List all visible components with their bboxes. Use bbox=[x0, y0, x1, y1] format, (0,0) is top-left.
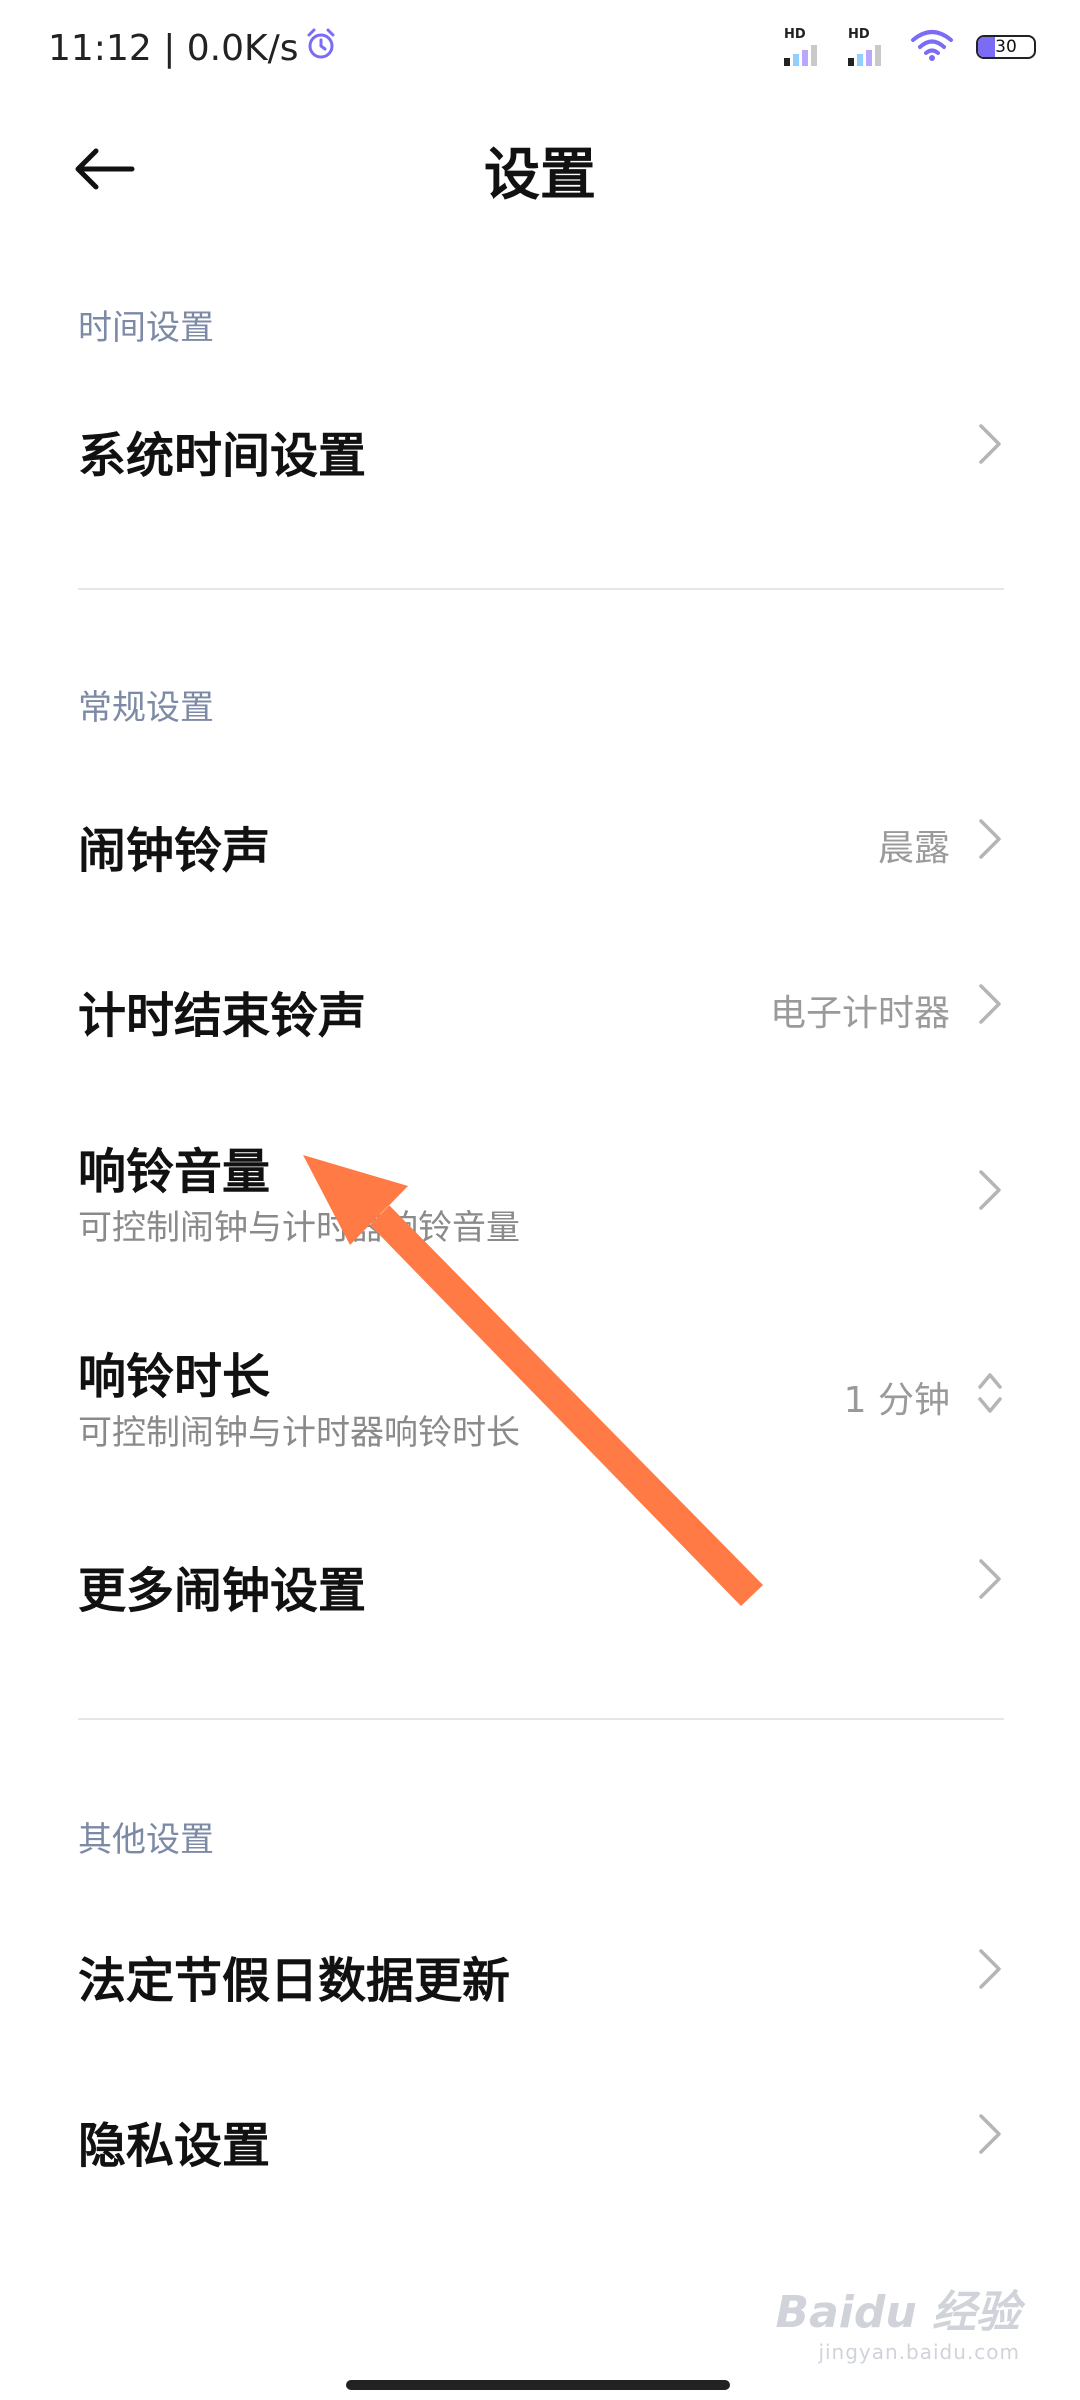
battery-fill bbox=[978, 37, 995, 57]
status-time-speed: 11:12 | 0.0K/s bbox=[48, 28, 299, 69]
chevron-right-icon bbox=[979, 1949, 1001, 1989]
row-value: 1 分钟 bbox=[843, 1380, 950, 1421]
status-right: HD HD 30 bbox=[782, 28, 1036, 66]
row-title: 系统时间设置 bbox=[78, 428, 367, 484]
chevron-right-icon bbox=[979, 1170, 1001, 1210]
row-subtitle: 可控制闹钟与计时器响铃音量 bbox=[78, 1208, 520, 1248]
row-more-alarm-settings[interactable]: 更多闹钟设置 bbox=[0, 1535, 1080, 1635]
section-divider bbox=[78, 588, 1004, 590]
section-label-time: 时间设置 bbox=[78, 308, 214, 348]
watermark-sub: jingyan.baidu.com bbox=[818, 2340, 1020, 2364]
battery-level: 30 bbox=[995, 37, 1017, 57]
home-indicator[interactable] bbox=[346, 2380, 730, 2390]
status-bar: 11:12 | 0.0K/s HD HD 30 bbox=[0, 0, 1080, 100]
row-subtitle: 可控制闹钟与计时器响铃时长 bbox=[78, 1413, 520, 1453]
row-ring-duration[interactable]: 响铃时长 可控制闹钟与计时器响铃时长 1 分钟 bbox=[0, 1325, 1080, 1465]
sim2-hd-label: HD bbox=[848, 27, 870, 42]
row-title: 响铃时长 bbox=[78, 1349, 271, 1405]
row-title: 计时结束铃声 bbox=[78, 988, 367, 1044]
row-ring-volume[interactable]: 响铃音量 可控制闹钟与计时器响铃音量 bbox=[0, 1120, 1080, 1260]
chevron-right-icon bbox=[979, 984, 1001, 1024]
sim1-hd-label: HD bbox=[784, 27, 806, 42]
row-title: 隐私设置 bbox=[78, 2118, 271, 2174]
row-system-time[interactable]: 系统时间设置 bbox=[0, 400, 1080, 530]
alarm-clock-icon bbox=[303, 26, 339, 71]
section-label-general: 常规设置 bbox=[78, 688, 214, 728]
row-privacy-settings[interactable]: 隐私设置 bbox=[0, 2090, 1080, 2190]
chevron-right-icon bbox=[979, 819, 1001, 859]
chevron-right-icon bbox=[979, 2114, 1001, 2154]
row-value: 电子计时器 bbox=[769, 993, 950, 1034]
sim1-signal-icon: HD bbox=[782, 28, 824, 66]
watermark: Baidu 经验 jingyan.baidu.com bbox=[776, 2276, 1020, 2364]
sim2-signal-icon: HD bbox=[846, 28, 888, 66]
row-timer-ringtone[interactable]: 计时结束铃声 电子计时器 bbox=[0, 960, 1080, 1060]
status-left: 11:12 | 0.0K/s bbox=[48, 26, 339, 71]
row-value: 晨露 bbox=[877, 828, 950, 869]
section-divider bbox=[78, 1718, 1004, 1720]
battery-icon: 30 bbox=[976, 35, 1036, 59]
chevron-right-icon bbox=[979, 424, 1001, 464]
wifi-icon bbox=[910, 28, 954, 66]
row-title: 响铃音量 bbox=[78, 1144, 271, 1200]
header: 设置 bbox=[0, 110, 1080, 230]
row-alarm-ringtone[interactable]: 闹钟铃声 晨露 bbox=[0, 795, 1080, 895]
row-title: 更多闹钟设置 bbox=[78, 1563, 367, 1619]
section-label-other: 其他设置 bbox=[78, 1820, 214, 1860]
watermark-main: Baidu 经验 bbox=[775, 2287, 1020, 2338]
row-title: 法定节假日数据更新 bbox=[78, 1953, 511, 2009]
chevron-up-down-icon bbox=[978, 1373, 1002, 1413]
chevron-right-icon bbox=[979, 1559, 1001, 1599]
row-title: 闹钟铃声 bbox=[78, 823, 271, 879]
row-holiday-data-update[interactable]: 法定节假日数据更新 bbox=[0, 1925, 1080, 2025]
page-title: 设置 bbox=[484, 143, 596, 208]
